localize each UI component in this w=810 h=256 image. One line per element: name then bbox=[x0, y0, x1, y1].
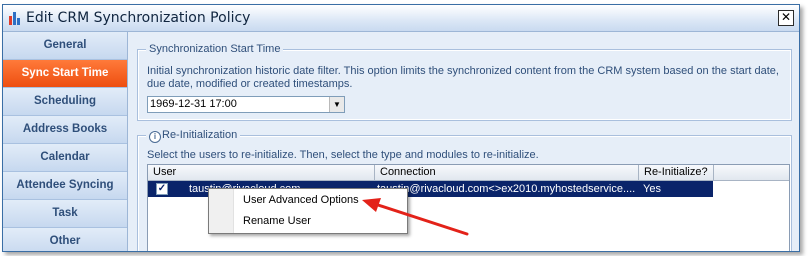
annotation-arrow-head bbox=[362, 198, 381, 212]
annotation-arrow bbox=[362, 198, 469, 236]
annotation-arrow-shaft bbox=[373, 202, 469, 236]
